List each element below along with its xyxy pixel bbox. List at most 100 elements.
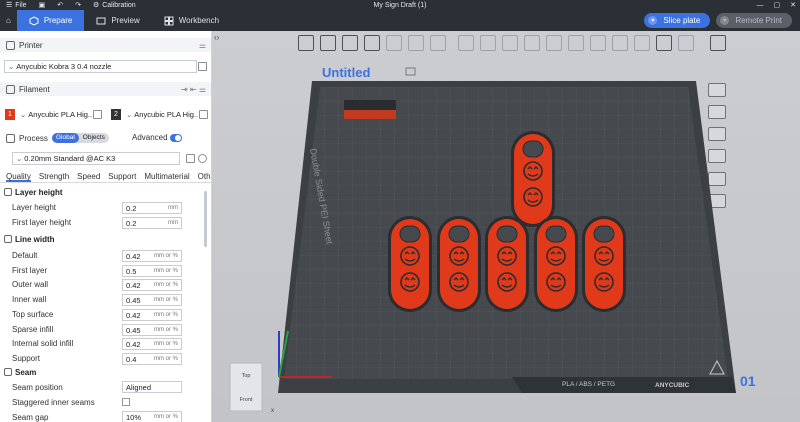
sparse-infill-input[interactable]: 0.45 mm or %	[122, 324, 182, 336]
seam-group-label: Seam	[15, 367, 37, 377]
internal-solid-infill-unit: mm or %	[154, 341, 178, 347]
printer-select-value: Anycubic Kobra 3 0.4 nozzle	[16, 62, 112, 71]
view-cube[interactable]	[229, 362, 263, 412]
seam-gap-input[interactable]: 10% mm or %	[122, 411, 182, 422]
internal-solid-infill-input[interactable]: 0.42 mm or %	[122, 338, 182, 350]
menu-button[interactable]: ☰ File	[0, 1, 33, 10]
advanced-switch[interactable]	[170, 134, 182, 142]
objects-toggle[interactable]: Objects	[79, 133, 109, 143]
first-layer-height-input[interactable]: 0.2 mm	[122, 217, 182, 229]
printer-section-header: Printer ⚌	[0, 38, 211, 52]
filament-slot-1-select[interactable]: ⌄ Anycubic PLA Hig...	[17, 108, 92, 121]
slice-plate-button[interactable]: ▾ Slice plate	[644, 13, 711, 28]
filament-heading: Filament	[19, 84, 50, 94]
process-tabs: Quality Strength Speed Support Multimate…	[0, 170, 211, 183]
inner-wall-input[interactable]: 0.45 mm or %	[122, 294, 182, 306]
maximize-icon[interactable]: ▢	[774, 1, 781, 9]
process-preset-select[interactable]: ⌄ 0.20mm Standard @AC K3	[12, 152, 180, 165]
printer-settings-icon[interactable]: ⚌	[199, 41, 206, 50]
tab-support[interactable]: Support	[108, 170, 136, 182]
seam-position-select[interactable]: Aligned	[122, 381, 182, 393]
tab-quality[interactable]: Quality	[6, 170, 31, 182]
tab-prepare[interactable]: Prepare	[16, 10, 85, 31]
preview-icon	[96, 17, 106, 24]
layer-height-group-label: Layer height	[15, 187, 63, 197]
chevron-down-icon[interactable]: ▾	[648, 16, 658, 25]
undo-button[interactable]: ↶	[51, 1, 69, 9]
tab-strength[interactable]: Strength	[39, 170, 69, 182]
tab-prepare-label: Prepare	[43, 16, 73, 25]
first-layer-height-value: 0.2	[126, 218, 137, 228]
process-icon	[6, 133, 15, 143]
sign-part[interactable]	[485, 216, 529, 312]
outer-wall-input[interactable]: 0.42 mm or %	[122, 279, 182, 291]
calibration-label: Calibration	[102, 1, 136, 9]
undo-icon: ↶	[57, 2, 64, 9]
axis-x-label: x	[271, 408, 274, 414]
edit-filament-2-icon[interactable]	[199, 110, 208, 119]
sign-part[interactable]	[388, 216, 432, 312]
tab-preview[interactable]: Preview	[84, 10, 151, 31]
sign-part[interactable]	[437, 216, 481, 312]
search-icon[interactable]	[198, 154, 207, 163]
global-toggle[interactable]: Global	[52, 133, 79, 143]
tab-workbench-label: Workbench	[178, 16, 220, 25]
sparse-infill-unit: mm or %	[154, 327, 178, 333]
settings-panel: Printer ⚌ ⌄ Anycubic Kobra 3 0.4 nozzle …	[0, 31, 212, 422]
tab-others[interactable]: Oth...	[198, 170, 211, 182]
chevron-down-icon[interactable]: ▾	[720, 16, 730, 25]
file-menu[interactable]: File	[15, 2, 26, 9]
staggered-seams-checkbox[interactable]	[122, 398, 130, 406]
sign-part[interactable]	[511, 131, 555, 227]
layer-height-input[interactable]: 0.2 mm	[122, 202, 182, 214]
home-tab[interactable]: ⌂	[0, 10, 17, 31]
support-input[interactable]: 0.4 mm or %	[122, 353, 182, 365]
edit-filament-1-icon[interactable]	[93, 110, 102, 119]
internal-solid-infill-value: 0.42	[126, 339, 141, 349]
staggered-seams-label: Staggered inner seams	[12, 398, 95, 407]
outer-wall-unit: mm or %	[154, 282, 178, 288]
add-filament-icon[interactable]: ⇥ ⇤ ⚌	[181, 85, 206, 94]
3d-viewport[interactable]: ‹› Top Front x Untitled Double Sided PEI…	[212, 31, 800, 422]
sign-part[interactable]	[582, 216, 626, 312]
prepare-icon	[29, 15, 39, 26]
internal-solid-infill-label: Internal solid infill	[12, 339, 74, 348]
seam-gap-unit: mm or %	[154, 414, 178, 420]
sparse-infill-value: 0.45	[126, 325, 141, 335]
hanging-hole	[448, 225, 470, 243]
top-surface-unit: mm or %	[154, 312, 178, 318]
printer-select[interactable]: ⌄ Anycubic Kobra 3 0.4 nozzle	[4, 60, 197, 73]
redo-icon: ↷	[75, 2, 81, 9]
close-icon[interactable]: ✕	[790, 1, 796, 9]
remote-print-label: Remote Print	[735, 16, 782, 25]
plate-label-strip	[512, 377, 736, 393]
workbench-icon	[164, 16, 174, 25]
save-button[interactable]: ▣	[33, 1, 52, 9]
top-surface-input[interactable]: 0.42 mm or %	[122, 309, 182, 321]
redo-button[interactable]: ↷	[69, 1, 87, 9]
inner-wall-label: Inner wall	[12, 295, 47, 304]
view-front-label: Front	[240, 397, 253, 403]
process-scope-toggle[interactable]: Global Objects	[52, 133, 109, 143]
edit-plate-name-icon[interactable]	[405, 67, 416, 76]
filament-slot-1-badge: 1	[5, 109, 15, 120]
line-width-group: Line width	[4, 233, 55, 245]
settings-scrollbar[interactable]	[204, 191, 207, 247]
calibration-menu[interactable]: ⚙ Calibration	[87, 1, 142, 10]
save-preset-icon[interactable]	[186, 154, 195, 163]
seam-gap-value: 10%	[126, 412, 142, 422]
plate-number: 01	[740, 373, 756, 389]
sign-part[interactable]	[534, 216, 578, 312]
remote-print-button[interactable]: ▾ Remote Print	[716, 13, 792, 28]
edit-printer-icon[interactable]	[198, 62, 207, 71]
hanging-hole	[496, 225, 518, 243]
first-layer-input[interactable]: 0.5 mm or %	[122, 265, 182, 277]
tab-multimaterial[interactable]: Multimaterial	[144, 170, 189, 182]
hanging-hole	[399, 225, 421, 243]
minimize-icon[interactable]: —	[757, 2, 764, 9]
filament-slot-2-select[interactable]: ⌄ Anycubic PLA Hig...	[123, 108, 198, 121]
default-input[interactable]: 0.42 mm or %	[122, 250, 182, 262]
outer-wall-label: Outer wall	[12, 280, 49, 289]
tab-workbench[interactable]: Workbench	[152, 10, 231, 31]
tab-speed[interactable]: Speed	[77, 170, 100, 182]
